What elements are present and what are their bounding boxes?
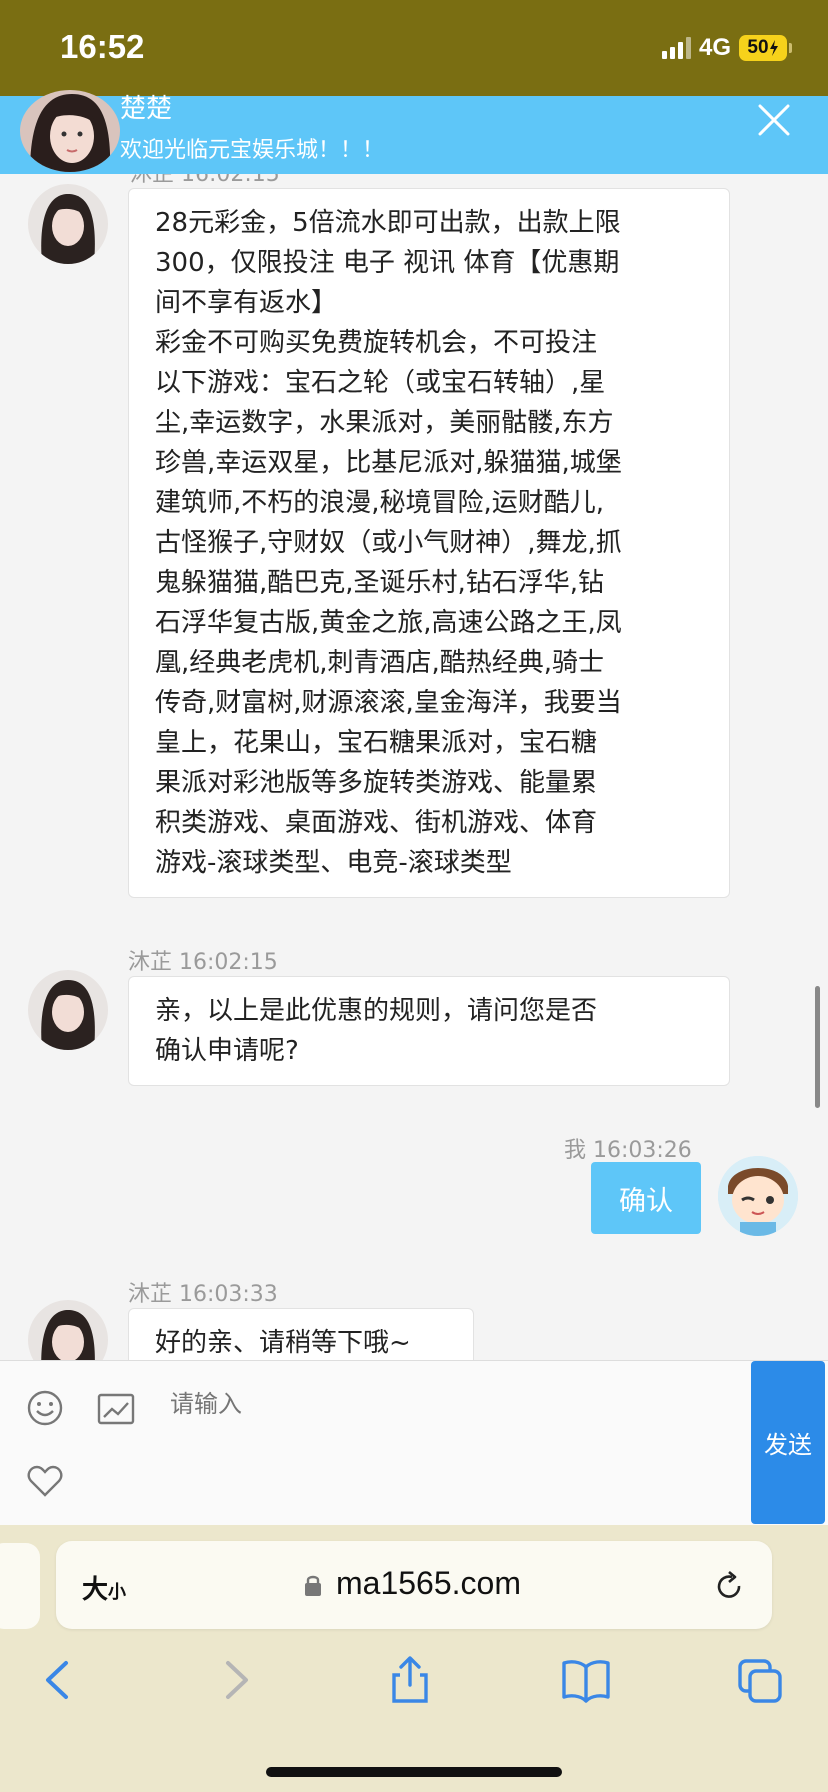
my-message-bubble: 确认 bbox=[591, 1162, 701, 1234]
message-line: 尘,幸运数字，水果派对，美丽骷髅,东方 bbox=[155, 408, 614, 438]
agent-message-avatar bbox=[28, 970, 108, 1050]
message-line: 300，仅限投注 电子 视讯 体育【优惠期 bbox=[155, 248, 620, 278]
message-line: 间不享有返水】 bbox=[155, 288, 338, 318]
scrollbar[interactable] bbox=[815, 986, 820, 1108]
agent-message-bubble: 好的亲、请稍等下哦~ bbox=[128, 1308, 474, 1360]
text-size-big: 大 bbox=[82, 1575, 109, 1605]
message-line: 游戏-滚球类型、电竞-滚球类型 bbox=[155, 848, 512, 878]
user-avatar bbox=[718, 1156, 798, 1236]
message-timestamp: 沐芷 16:03:33 bbox=[128, 1282, 278, 1307]
heart-icon[interactable] bbox=[26, 1463, 64, 1499]
message-timestamp: 沐芷 16:02:15 bbox=[128, 950, 278, 975]
agent-message-bubble: 亲，以上是此优惠的规则，请问您是否 确认申请呢? bbox=[128, 976, 730, 1086]
message-line: 古怪猴子,守财奴（或小气财神）,舞龙,抓 bbox=[155, 528, 622, 558]
welcome-text: 欢迎光临元宝娱乐城！！！ bbox=[120, 138, 385, 163]
browser-bottom-bar: 大小 ma1565.com bbox=[0, 1525, 828, 1792]
message-line: 确认申请呢? bbox=[155, 1036, 299, 1066]
agent-message-bubble: 28元彩金，5倍流水即可出款，出款上限 300，仅限投注 电子 视讯 体育【优惠… bbox=[128, 188, 730, 898]
previous-tab-peek[interactable] bbox=[0, 1543, 40, 1629]
send-button[interactable]: 发送 bbox=[751, 1361, 825, 1524]
address-bar[interactable]: 大小 ma1565.com bbox=[56, 1541, 772, 1629]
message-line: 亲，以上是此优惠的规则，请问您是否 bbox=[155, 996, 598, 1026]
home-indicator bbox=[266, 1767, 562, 1777]
agent-avatar bbox=[20, 90, 120, 172]
battery-level: 50 bbox=[747, 37, 769, 58]
text-size-small: 小 bbox=[108, 1582, 127, 1603]
agent-name: 楚楚 bbox=[120, 94, 173, 124]
message-line: 凰,经典老虎机,刺青酒店,酷热经典,骑士 bbox=[155, 648, 605, 678]
message-line: 传奇,财富树,财源滚滚,皇金海洋，我要当 bbox=[155, 688, 622, 718]
message-timestamp: 我 16:03:26 bbox=[564, 1138, 692, 1163]
url-text[interactable]: ma1565.com bbox=[336, 1565, 521, 1602]
network-type: 4G bbox=[698, 34, 731, 61]
chat-input-area: 发送 bbox=[0, 1360, 828, 1525]
share-icon[interactable] bbox=[386, 1655, 434, 1705]
message-list[interactable]: 沐芷 16:02:15 28元彩金，5倍流水即可出款，出款上限 300，仅限投注… bbox=[0, 174, 828, 1360]
message-line: 鬼躲猫猫,酷巴克,圣诞乐村,钻石浮华,钻 bbox=[155, 568, 605, 598]
signal-icon bbox=[661, 37, 691, 59]
message-line: 好的亲、请稍等下哦~ bbox=[155, 1328, 411, 1358]
message-line: 积类游戏、桌面游戏、街机游戏、体育 bbox=[155, 808, 598, 838]
back-icon[interactable] bbox=[34, 1655, 82, 1705]
reload-icon[interactable] bbox=[712, 1569, 746, 1603]
lock-icon bbox=[305, 1575, 321, 1596]
status-bar: 16:52 4G 50 bbox=[0, 0, 828, 96]
message-line: 以下游戏：宝石之轮（或宝石转轴）,星 bbox=[155, 368, 606, 398]
close-icon[interactable] bbox=[754, 100, 794, 140]
message-timestamp: 沐芷 16:02:15 bbox=[130, 174, 280, 187]
image-icon[interactable] bbox=[96, 1391, 136, 1427]
bookmarks-icon[interactable] bbox=[560, 1655, 612, 1705]
message-line: 石浮华复古版,黄金之旅,高速公路之王,凤 bbox=[155, 608, 622, 638]
tabs-icon[interactable] bbox=[736, 1655, 784, 1705]
status-indicators: 4G 50 bbox=[661, 33, 792, 63]
message-line: 彩金不可购买免费旋转机会，不可投注 bbox=[155, 328, 598, 358]
battery-icon: 50 bbox=[739, 35, 787, 61]
message-line: 果派对彩池版等多旋转类游戏、能量累 bbox=[155, 768, 598, 798]
message-line: 珍兽,幸运双星，比基尼派对,躲猫猫,城堡 bbox=[155, 448, 622, 478]
status-time: 16:52 bbox=[60, 28, 145, 65]
message-line: 皇上，花果山，宝石糖果派对，宝石糖 bbox=[155, 728, 598, 758]
emoji-icon[interactable] bbox=[26, 1389, 64, 1427]
agent-message-avatar bbox=[28, 184, 108, 264]
forward-icon[interactable] bbox=[212, 1655, 260, 1705]
message-input[interactable] bbox=[170, 1375, 740, 1435]
text-size-button[interactable]: 大小 bbox=[82, 1569, 126, 1606]
message-line: 28元彩金，5倍流水即可出款，出款上限 bbox=[155, 208, 621, 238]
agent-message-avatar bbox=[28, 1300, 108, 1360]
message-line: 建筑师,不朽的浪漫,秘境冒险,运财酷儿, bbox=[155, 488, 605, 518]
chat-header: 楚楚 欢迎光临元宝娱乐城！！！ bbox=[0, 90, 828, 174]
